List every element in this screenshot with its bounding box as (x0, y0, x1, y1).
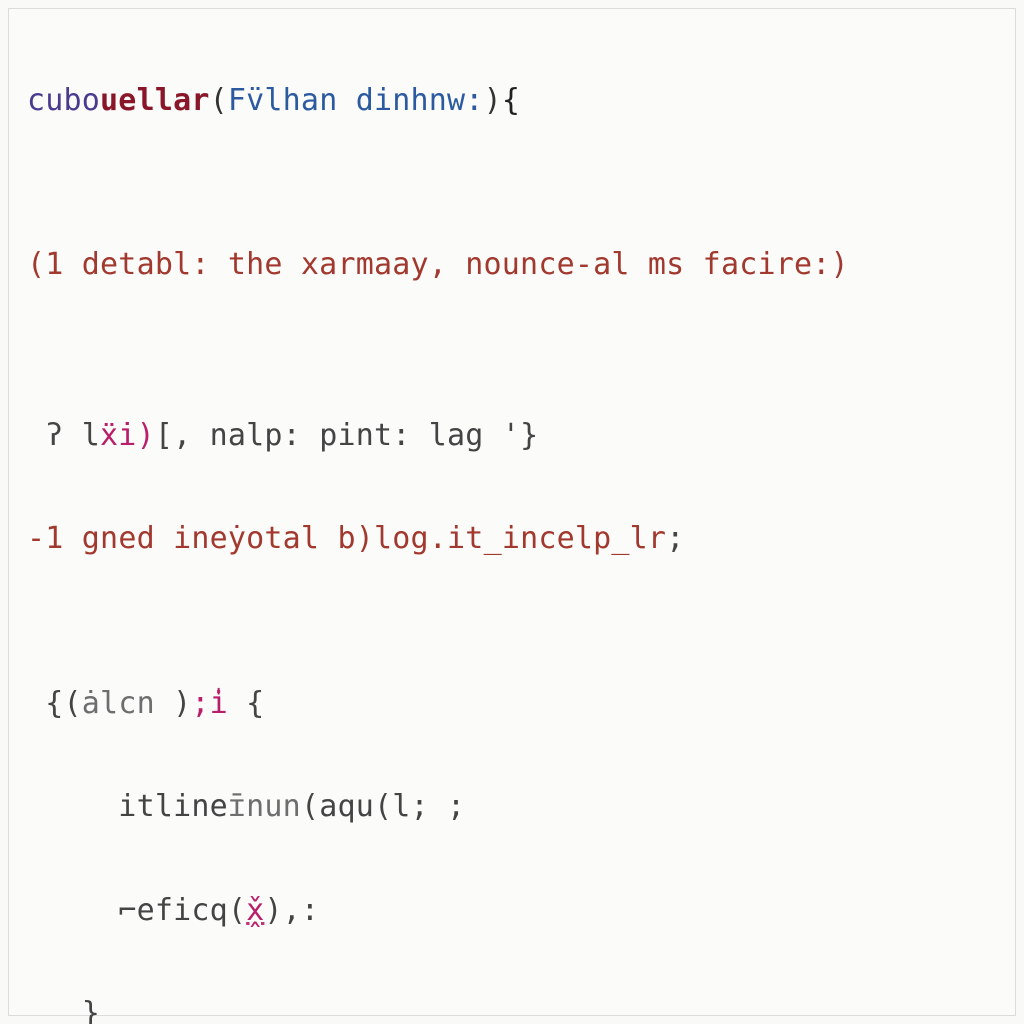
line-8: } (27, 988, 997, 1024)
code-block: cubouellar(Fv̈lhan dinhnw:){ (1 detabl: … (8, 8, 1016, 1016)
line-5: {(ȧlcn );i̇̍ { (27, 678, 997, 730)
line-3: ʔ lẍi̇̇)[, nalp: pint: lag '} (27, 410, 997, 462)
paren-close: ) (484, 83, 502, 118)
line-1: cubouellar(Fv̈lhan dinhnw:){ (27, 75, 997, 127)
line-7: ⌐eficq(x̭̌),: (27, 885, 997, 937)
line-6: itlineɪ̄nun(aqu(l; ; (27, 781, 997, 833)
line-4: -1 gned ineẏotal b)log.it_incelp_lr; (27, 513, 997, 565)
function-name: uellar (100, 83, 210, 118)
keyword: cubo (27, 83, 100, 118)
line-2-comment: (1 detabl: the xarmaay, nounce-al ms fac… (27, 239, 997, 291)
brace-open: { (502, 83, 520, 118)
gutter-marker: -1 (27, 521, 82, 556)
paren-open: ( (210, 83, 228, 118)
param-type: Fv̈lhan dinhnw: (228, 83, 484, 118)
